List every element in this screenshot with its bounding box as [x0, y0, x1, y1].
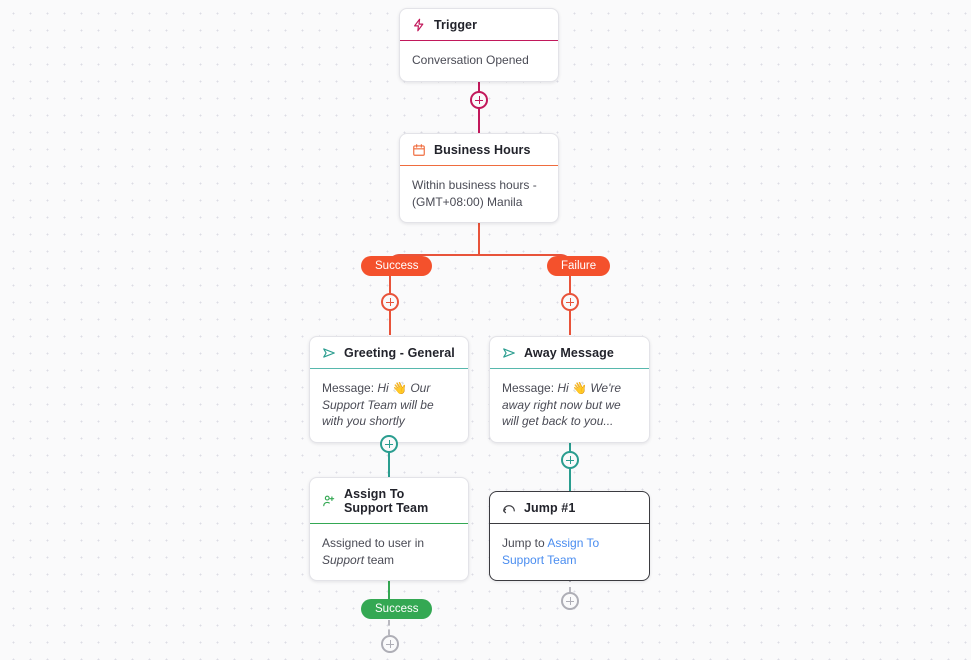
badge-success-assign[interactable]: Success — [361, 599, 433, 619]
node-greeting-general[interactable]: Greeting - General Message: Hi 👋 Our Sup… — [309, 336, 469, 443]
node-jump-header: Jump #1 — [490, 492, 649, 524]
workflow-canvas[interactable]: Trigger Conversation Opened Business Hou… — [0, 0, 971, 660]
node-jump-body: Jump to Assign To Support Team — [490, 524, 649, 580]
node-jump-1[interactable]: Jump #1 Jump to Assign To Support Team — [489, 491, 650, 581]
person-add-icon — [322, 494, 336, 508]
waving-hand-emoji-icon: 👋 — [392, 381, 407, 395]
calendar-icon — [412, 143, 426, 157]
lightning-bolt-icon — [412, 18, 426, 32]
jump-text-before: Jump to — [502, 536, 548, 550]
node-away-message-body: Message: Hi 👋 We're away right now but w… — [490, 369, 649, 442]
node-business-hours-body: Within business hours - (GMT+08:00) Mani… — [400, 166, 558, 222]
node-assign-title: Assign To Support Team — [344, 487, 429, 515]
add-node-failure-branch-button[interactable] — [561, 293, 579, 311]
badge-success-branch[interactable]: Success — [361, 256, 433, 276]
badge-failure-branch[interactable]: Failure — [547, 256, 611, 276]
node-jump-title: Jump #1 — [524, 501, 576, 515]
away-message-text-before: Hi — [557, 381, 573, 395]
node-assign-header: Assign To Support Team — [310, 478, 468, 524]
business-hours-line-2: (GMT+08:00) Manila — [412, 194, 523, 209]
add-node-success-branch-button[interactable] — [381, 293, 399, 311]
assign-text-after: team — [364, 552, 395, 567]
add-node-after-assign-success-button[interactable] — [381, 635, 399, 653]
send-message-icon — [322, 346, 336, 360]
add-node-after-greeting-button[interactable] — [380, 435, 398, 453]
node-trigger[interactable]: Trigger Conversation Opened — [399, 8, 559, 82]
away-message-prefix: Message: — [502, 381, 558, 395]
send-message-icon — [502, 346, 516, 360]
node-assign-body: Assigned to user in Support team — [310, 524, 468, 580]
edge-assign-success-dashed — [388, 620, 390, 635]
node-trigger-title: Trigger — [434, 18, 478, 32]
node-business-hours[interactable]: Business Hours Within business hours - (… — [399, 133, 559, 223]
jump-arc-icon — [502, 501, 516, 515]
node-trigger-body: Conversation Opened — [412, 53, 529, 67]
node-trigger-header: Trigger — [400, 9, 558, 41]
node-greeting-title: Greeting - General — [344, 346, 455, 360]
add-node-after-jump-button[interactable] — [561, 592, 579, 610]
assign-text-before: Assigned to user in — [322, 536, 425, 550]
node-greeting-body: Message: Hi 👋 Our Support Team will be w… — [310, 369, 468, 442]
assign-team-name: Support — [322, 552, 365, 567]
node-away-message[interactable]: Away Message Message: Hi 👋 We're away ri… — [489, 336, 650, 443]
node-greeting-header: Greeting - General — [310, 337, 468, 369]
add-node-after-trigger-button[interactable] — [470, 91, 488, 109]
node-business-hours-title: Business Hours — [434, 143, 531, 157]
node-away-message-title: Away Message — [524, 346, 614, 360]
waving-hand-emoji-icon: 👋 — [572, 381, 587, 395]
business-hours-line-1: Within business hours - — [412, 178, 537, 192]
node-assign-to-support-team[interactable]: Assign To Support Team Assigned to user … — [309, 477, 469, 581]
add-node-after-away-message-button[interactable] — [561, 451, 579, 469]
node-business-hours-header: Business Hours — [400, 134, 558, 166]
greeting-text-before: Hi — [377, 381, 393, 395]
greeting-prefix: Message: — [322, 381, 378, 395]
node-away-message-header: Away Message — [490, 337, 649, 369]
